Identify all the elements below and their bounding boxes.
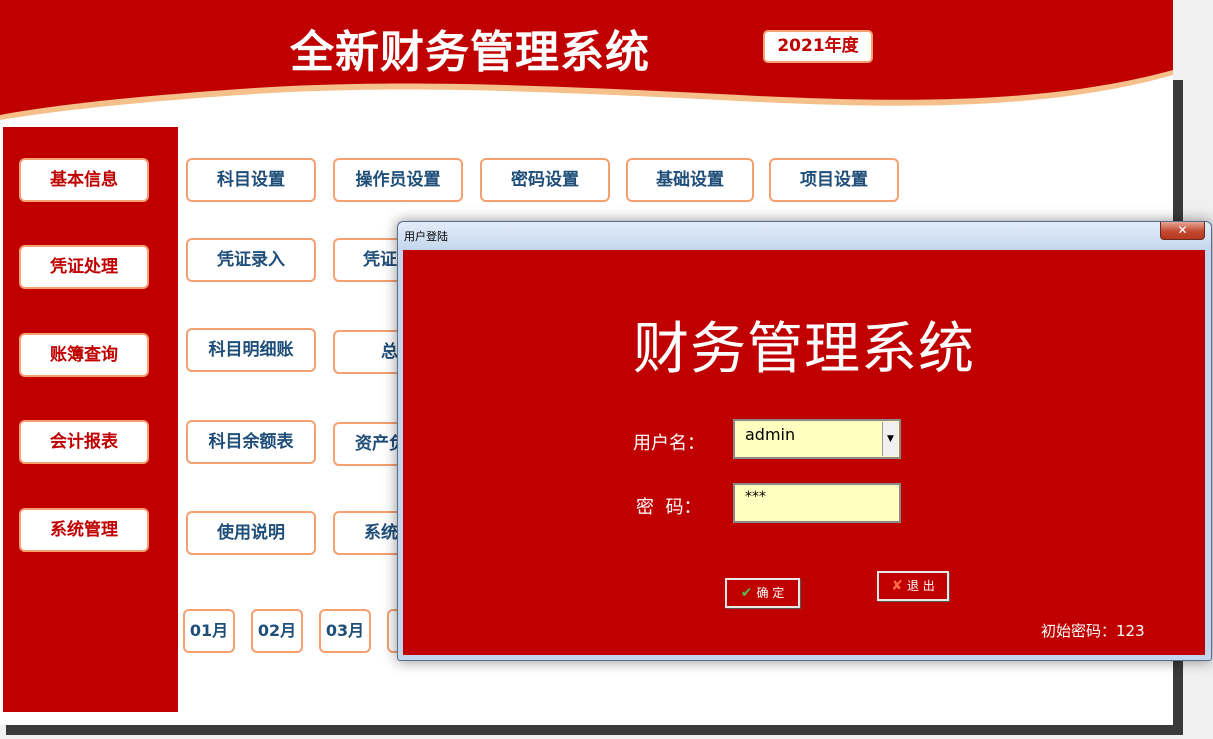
confirm-label: 确 定	[756, 586, 785, 600]
subject-settings-button[interactable]: 科目设置	[186, 158, 316, 202]
confirm-button[interactable]: ✔ 确 定	[725, 578, 800, 608]
close-icon: ✕	[1177, 223, 1188, 237]
sidebar-item-system[interactable]: 系统管理	[19, 508, 149, 552]
username-select[interactable]: admin ▼	[733, 419, 901, 459]
balance-sheet-button-partial[interactable]: 资产负	[333, 422, 403, 466]
page-title: 全新财务管理系统	[290, 27, 650, 78]
voucher-entry-button[interactable]: 凭证录入	[186, 238, 316, 282]
sidebar-item-basic-info[interactable]: 基本信息	[19, 158, 149, 202]
voucher-button-partial[interactable]: 凭证	[333, 238, 403, 282]
password-label: 密 码：	[636, 497, 702, 518]
username-label: 用户名：	[633, 433, 705, 454]
sheet-shadow	[6, 725, 1183, 735]
close-button[interactable]: ✕	[1160, 222, 1205, 240]
sidebar-item-voucher[interactable]: 凭证处理	[19, 245, 149, 289]
month-02-button[interactable]: 02月	[251, 609, 303, 653]
x-icon: ✘	[891, 578, 903, 594]
exit-label: 退 出	[906, 579, 935, 593]
chevron-down-icon[interactable]: ▼	[882, 422, 898, 456]
exit-button[interactable]: ✘ 退 出	[877, 571, 949, 601]
user-guide-button[interactable]: 使用说明	[186, 511, 316, 555]
general-ledger-button-partial[interactable]: 总	[333, 330, 403, 374]
username-value: admin	[745, 425, 796, 444]
sidebar-item-ledger[interactable]: 账簿查询	[19, 333, 149, 377]
login-dialog: 用户登陆 ✕ 财务管理系统 用户名： admin ▼ 密 码： *** ✔ 确 定…	[397, 221, 1212, 661]
subject-detail-ledger-button[interactable]: 科目明细账	[186, 328, 316, 372]
subject-balance-button[interactable]: 科目余额表	[186, 420, 316, 464]
dialog-body: 财务管理系统 用户名： admin ▼ 密 码： *** ✔ 确 定 ✘ 退 出 初…	[403, 250, 1205, 655]
month-03-button[interactable]: 03月	[319, 609, 371, 653]
check-icon: ✔	[740, 585, 753, 601]
dialog-title: 用户登陆	[404, 230, 448, 243]
project-settings-button[interactable]: 项目设置	[769, 158, 899, 202]
sidebar-item-reports[interactable]: 会计报表	[19, 420, 149, 464]
password-field[interactable]: ***	[733, 483, 901, 523]
login-heading: 财务管理系统	[633, 317, 975, 382]
initial-password-hint: 初始密码：123	[1041, 622, 1145, 640]
base-settings-button[interactable]: 基础设置	[626, 158, 754, 202]
month-01-button[interactable]: 01月	[183, 609, 235, 653]
system-button-partial[interactable]: 系统	[333, 511, 403, 555]
dialog-titlebar[interactable]: 用户登陆 ✕	[398, 222, 1211, 248]
operator-settings-button[interactable]: 操作员设置	[333, 158, 463, 202]
password-settings-button[interactable]: 密码设置	[480, 158, 610, 202]
year-badge: 2021年度	[763, 30, 873, 63]
